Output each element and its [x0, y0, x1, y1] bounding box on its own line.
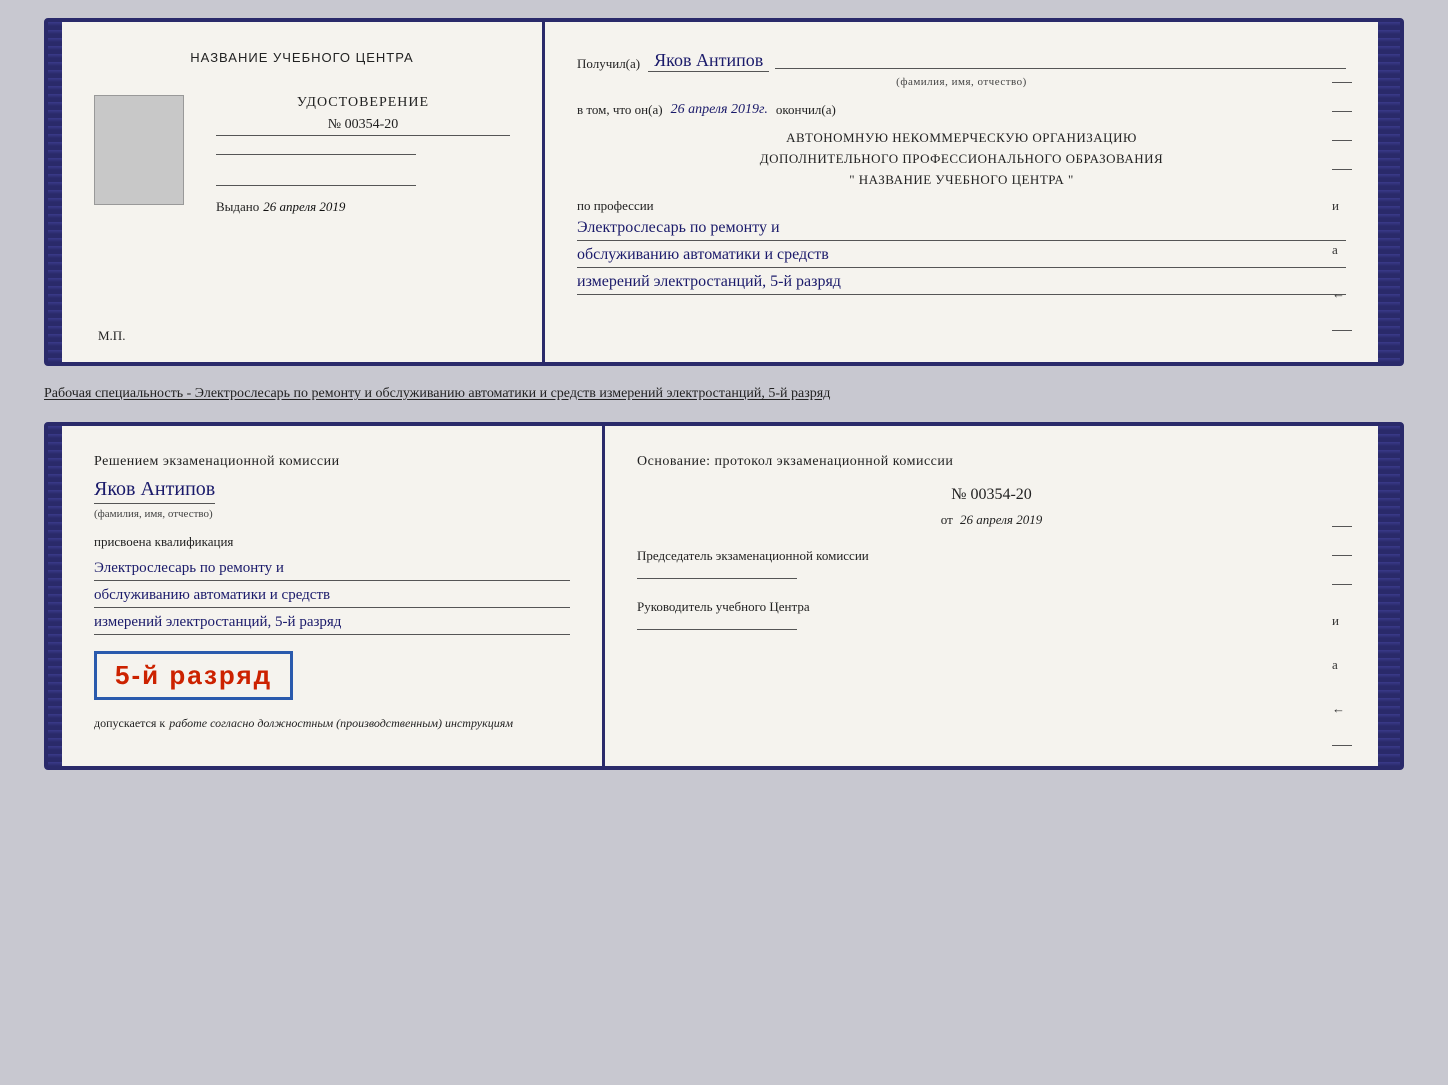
bottom-book-left-page: Решением экзаменационной комиссии Яков А…	[62, 426, 602, 766]
top-book-right-page: Получил(а) Яков Антипов (фамилия, имя, о…	[542, 22, 1378, 362]
fio-sub: (фамилия, имя, отчество)	[577, 76, 1346, 88]
poluchil-row: Получил(а) Яков Антипов	[577, 50, 1346, 72]
side-dash-4	[1332, 169, 1352, 170]
vtom-row: в том, что он(а) 26 апреля 2019г. окончи…	[577, 102, 1346, 118]
cert-photo	[94, 95, 184, 205]
dopuskaetsya-block: допускается к работе согласно должностны…	[94, 714, 570, 732]
b-side-letter-i: и	[1332, 613, 1352, 629]
top-book-spine-right	[1378, 22, 1400, 362]
cert-udostoverenie-label: УДОСТОВЕРЕНИЕ	[216, 95, 510, 111]
osnov-date: от 26 апреля 2019	[637, 512, 1346, 528]
cert-line-1	[216, 154, 416, 155]
bottom-book-spine-right	[1378, 426, 1400, 766]
side-dash-2	[1332, 111, 1352, 112]
bottom-right-side-dashes: и а ←	[1332, 526, 1352, 770]
osnov-label: Основание: протокол экзаменационной коми…	[637, 454, 1346, 470]
ot-label: от	[941, 512, 953, 527]
poluchil-label: Получил(а)	[577, 56, 640, 72]
org-line3: " НАЗВАНИЕ УЧЕБНОГО ЦЕНТРА "	[577, 170, 1346, 191]
q-line-1: Электрослесарь по ремонту и	[94, 556, 570, 581]
vydano-label: Выдано	[216, 199, 259, 214]
b-side-dash-2	[1332, 555, 1352, 556]
osnov-number: № 00354-20	[637, 486, 1346, 504]
b-side-letter-a: а	[1332, 657, 1352, 673]
top-book-left-page: НАЗВАНИЕ УЧЕБНОГО ЦЕНТРА УДОСТОВЕРЕНИЕ №…	[62, 22, 542, 362]
qualification-block: Электрослесарь по ремонту и обслуживанию…	[94, 556, 570, 635]
profession-line2: обслуживанию автоматики и средств	[577, 243, 1346, 268]
prisvoena-label: присвоена квалификация	[94, 534, 570, 550]
mp-label: М.П.	[98, 328, 125, 344]
b-side-arrow: ←	[1332, 701, 1352, 717]
predsedatel-line	[637, 578, 797, 579]
predsedatel-block: Председатель экзаменационной комиссии	[637, 548, 1346, 579]
right-dash-1	[775, 68, 1346, 69]
vtom-label: в том, что он(а)	[577, 102, 663, 118]
predsedatel-title: Председатель экзаменационной комиссии	[637, 548, 1346, 564]
vydano-date: 26 апреля 2019	[263, 199, 345, 214]
b-side-dash-4	[1332, 745, 1352, 746]
rukovoditel-title: Руководитель учебного Центра	[637, 599, 1346, 615]
okönchil-label: окончил(а)	[776, 102, 836, 118]
side-letters: и	[1332, 198, 1352, 214]
side-arrow: ←	[1332, 286, 1352, 302]
org-line2: ДОПОЛНИТЕЛЬНОГО ПРОФЕССИОНАЛЬНОГО ОБРАЗО…	[577, 149, 1346, 170]
ot-date: 26 апреля 2019	[960, 512, 1042, 527]
org-line1: АВТОНОМНУЮ НЕКОММЕРЧЕСКУЮ ОРГАНИЗАЦИЮ	[577, 128, 1346, 149]
dopuskaetsya-label: допускается к	[94, 716, 165, 730]
rukovoditel-block: Руководитель учебного Центра	[637, 599, 1346, 630]
side-letter-a: а	[1332, 242, 1352, 258]
left-page-title: НАЗВАНИЕ УЧЕБНОГО ЦЕНТРА	[94, 50, 510, 65]
po-professii-label: по профессии	[577, 198, 1346, 214]
cert-line-2	[216, 185, 416, 186]
bottom-book-spine-left	[48, 426, 62, 766]
document-container: НАЗВАНИЕ УЧЕБНОГО ЦЕНТРА УДОСТОВЕРЕНИЕ №…	[44, 18, 1404, 770]
bottom-book: Решением экзаменационной комиссии Яков А…	[44, 422, 1404, 770]
cert-number: № 00354-20	[216, 117, 510, 136]
razryad-badge: 5-й разряд	[94, 651, 293, 700]
b-side-dash-1	[1332, 526, 1352, 527]
org-block: АВТОНОМНУЮ НЕКОММЕРЧЕСКУЮ ОРГАНИЗАЦИЮ ДО…	[577, 128, 1346, 190]
top-book-spine-left	[48, 22, 62, 362]
side-dash-1	[1332, 82, 1352, 83]
specialty-text: Рабочая специальность - Электрослесарь п…	[44, 378, 1404, 410]
right-side-dashes: и а ←	[1332, 82, 1352, 331]
komissia-fio-sub: (фамилия, имя, отчество)	[94, 508, 570, 520]
profession-line1: Электрослесарь по ремонту и	[577, 216, 1346, 241]
side-dash-3	[1332, 140, 1352, 141]
b-side-dash-3	[1332, 584, 1352, 585]
bottom-book-right-page: Основание: протокол экзаменационной коми…	[602, 426, 1378, 766]
rukovoditel-line	[637, 629, 797, 630]
top-book: НАЗВАНИЕ УЧЕБНОГО ЦЕНТРА УДОСТОВЕРЕНИЕ №…	[44, 18, 1404, 366]
vtom-date: 26 апреля 2019г.	[671, 102, 768, 118]
komissia-title: Решением экзаменационной комиссии	[94, 454, 570, 470]
fio-handwritten: Яков Антипов	[648, 50, 769, 72]
q-line-2: обслуживанию автоматики и средств	[94, 583, 570, 608]
q-line-3: измерений электростанций, 5-й разряд	[94, 610, 570, 635]
side-dash-5	[1332, 330, 1352, 331]
profession-line3: измерений электростанций, 5-й разряд	[577, 270, 1346, 295]
dopuskaetsya-italic: работе согласно должностным (производств…	[169, 716, 513, 730]
komissia-fio: Яков Антипов	[94, 478, 215, 504]
